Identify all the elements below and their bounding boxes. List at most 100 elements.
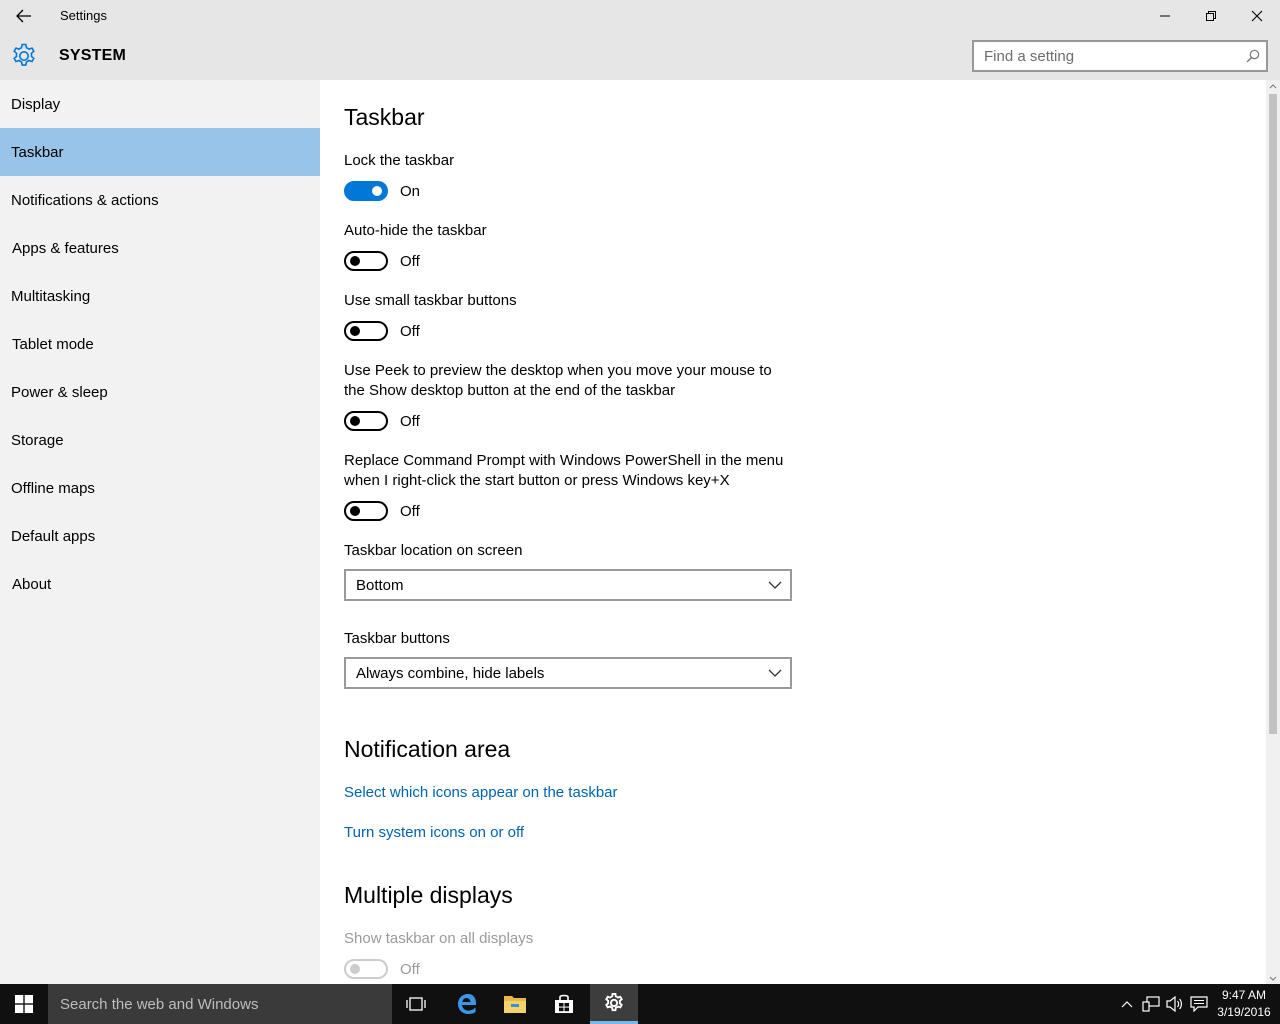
- chevron-up-icon: [1121, 1001, 1133, 1008]
- edge-button[interactable]: [443, 984, 491, 1024]
- peek-toggle[interactable]: [344, 411, 388, 431]
- toggle-label-autohide: Auto-hide the taskbar: [344, 222, 487, 239]
- settings-icon: [605, 992, 623, 1011]
- back-button[interactable]: [0, 0, 48, 32]
- action-center-icon: [1190, 996, 1208, 1012]
- windows-logo-icon: [15, 995, 33, 1013]
- auto-hide-toggle[interactable]: [344, 251, 388, 271]
- select-icons-link[interactable]: Select which icons appear on the taskbar: [344, 784, 618, 801]
- minimize-icon: [1160, 15, 1170, 17]
- page-title: Taskbar: [344, 104, 425, 130]
- toggle-label-lock: Lock the taskbar: [344, 152, 455, 169]
- toggle-knob: [350, 416, 360, 426]
- buttons-label: Taskbar buttons: [344, 630, 450, 647]
- show-all-displays-label: Show taskbar on all displays: [344, 930, 534, 947]
- volume-button[interactable]: [1165, 994, 1185, 1014]
- sidebar-item-label: Notifications & actions: [11, 191, 159, 209]
- toggle-state: Off: [400, 412, 420, 430]
- toggle-state: Off: [400, 960, 420, 978]
- label-line: when I right-click the start button or p…: [344, 472, 730, 489]
- toggle-state: On: [400, 182, 421, 200]
- toggle-row-all-displays: Off: [344, 959, 420, 979]
- scroll-up-button[interactable]: [1266, 80, 1280, 92]
- chevron-down-icon: [768, 581, 782, 589]
- sidebar-item-taskbar[interactable]: Taskbar: [0, 128, 320, 176]
- gear-icon: [13, 43, 35, 66]
- taskbar-location-dropdown[interactable]: Bottom: [344, 569, 792, 601]
- show-hidden-icons-button[interactable]: [1117, 994, 1137, 1014]
- toggle-knob: [350, 326, 360, 336]
- search-icon[interactable]: [1246, 49, 1260, 63]
- close-button[interactable]: [1234, 0, 1280, 32]
- clock-date: 3/19/2016: [1217, 1005, 1271, 1019]
- toggle-label-peek: Use Peek to preview the desktop when you…: [344, 361, 772, 401]
- toggle-row-powershell: Off: [344, 501, 420, 521]
- powershell-toggle[interactable]: [344, 501, 388, 521]
- taskbar-buttons-dropdown[interactable]: Always combine, hide labels: [344, 657, 792, 689]
- close-icon: [1251, 10, 1263, 22]
- sidebar-item-label: Taskbar: [11, 143, 64, 161]
- sidebar-nav: Display Taskbar Notifications & actions …: [0, 80, 320, 984]
- toggle-state: Off: [400, 502, 420, 520]
- sidebar-item-label: Apps & features: [12, 239, 119, 257]
- scroll-down-arrow-icon: [1269, 976, 1277, 981]
- scroll-thumb[interactable]: [1269, 94, 1277, 734]
- sidebar-item-about[interactable]: About: [0, 560, 320, 608]
- task-view-icon: [406, 997, 426, 1011]
- sidebar-item-label: About: [12, 575, 52, 593]
- sidebar-item-label: Tablet mode: [12, 335, 94, 353]
- chevron-down-icon: [768, 669, 782, 677]
- content-scrollbar[interactable]: [1266, 80, 1280, 984]
- settings-taskbar-button[interactable]: [590, 984, 638, 1024]
- sidebar-item-label: Offline maps: [11, 479, 95, 497]
- restore-icon: [1206, 11, 1216, 21]
- toggle-state: Off: [400, 322, 420, 340]
- restore-button[interactable]: [1188, 0, 1234, 32]
- toggle-label-powershell: Replace Command Prompt with Windows Powe…: [344, 451, 783, 491]
- search-input[interactable]: [974, 42, 1234, 70]
- taskbar-clock[interactable]: 9:47 AM 3/19/2016: [1212, 987, 1276, 1021]
- sidebar-item-offline-maps[interactable]: Offline maps: [0, 464, 320, 512]
- sidebar-item-notifications[interactable]: Notifications & actions: [0, 176, 320, 224]
- file-explorer-button[interactable]: [491, 984, 539, 1024]
- network-icon: [1142, 996, 1160, 1012]
- sidebar-item-label: Power & sleep: [11, 383, 108, 401]
- toggle-row-autohide: Off: [344, 251, 420, 271]
- taskbar-search-text: Search the web and Windows: [60, 995, 259, 1013]
- small-buttons-toggle[interactable]: [344, 321, 388, 341]
- system-icons-link[interactable]: Turn system icons on or off: [344, 824, 524, 841]
- start-button[interactable]: [0, 984, 48, 1024]
- sidebar-item-label: Multitasking: [11, 287, 91, 305]
- volume-icon: [1166, 996, 1182, 1012]
- label-line: Use Peek to preview the desktop when you…: [344, 362, 772, 379]
- windows-taskbar: Search the web and Windows 9:47 AM 3/19/…: [0, 984, 1280, 1024]
- action-center-button[interactable]: [1189, 994, 1209, 1014]
- sidebar-item-power-sleep[interactable]: Power & sleep: [0, 368, 320, 416]
- sidebar-item-apps[interactable]: Apps & features: [0, 224, 320, 272]
- sidebar-item-tablet-mode[interactable]: Tablet mode: [0, 320, 320, 368]
- settings-search[interactable]: [972, 40, 1268, 72]
- network-button[interactable]: [1141, 994, 1161, 1014]
- store-button[interactable]: [540, 984, 588, 1024]
- back-arrow-icon: [16, 9, 31, 23]
- edge-icon: [458, 994, 477, 1014]
- taskbar-search-box[interactable]: Search the web and Windows: [48, 984, 392, 1024]
- toggle-row-small-buttons: Off: [344, 321, 420, 341]
- sidebar-item-display[interactable]: Display: [0, 80, 320, 128]
- minimize-button[interactable]: [1142, 0, 1188, 32]
- toggle-row-peek: Off: [344, 411, 420, 431]
- toggle-label-small-buttons: Use small taskbar buttons: [344, 292, 517, 309]
- sidebar-item-multitasking[interactable]: Multitasking: [0, 272, 320, 320]
- multiple-displays-heading: Multiple displays: [344, 882, 513, 908]
- toggle-knob: [350, 256, 360, 266]
- clock-time: 9:47 AM: [1221, 988, 1267, 1002]
- store-icon: [555, 994, 573, 1013]
- toggle-knob: [350, 964, 360, 974]
- sidebar-item-storage[interactable]: Storage: [0, 416, 320, 464]
- sidebar-item-label: Storage: [11, 431, 64, 449]
- sidebar-item-default-apps[interactable]: Default apps: [0, 512, 320, 560]
- task-view-button[interactable]: [392, 984, 440, 1024]
- scroll-down-button[interactable]: [1266, 972, 1280, 984]
- sidebar-item-label: Display: [11, 95, 61, 113]
- lock-taskbar-toggle[interactable]: [344, 181, 388, 201]
